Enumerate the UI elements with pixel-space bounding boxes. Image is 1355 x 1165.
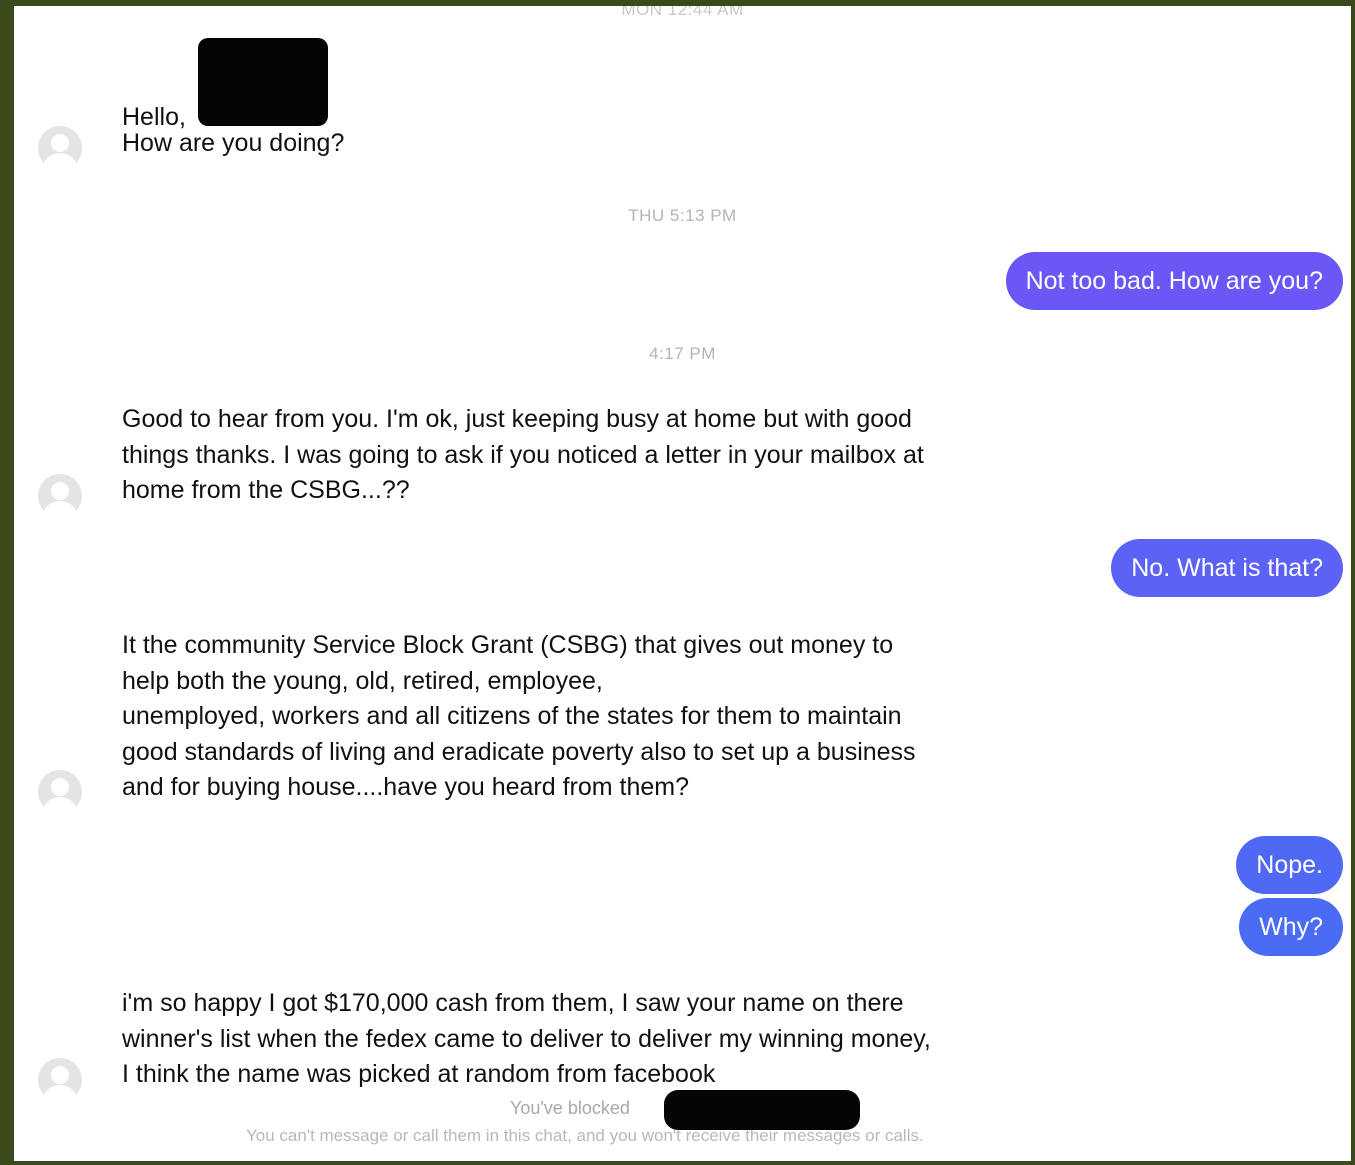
outgoing-message-2[interactable]: No. What is that? <box>1111 539 1343 597</box>
incoming-message-csbg-letter: Good to hear from you. I'm ok, just keep… <box>122 405 924 504</box>
sender-avatar-icon[interactable] <box>38 126 82 170</box>
incoming-message-csbg-explanation: It the community Service Block Grant (CS… <box>122 631 916 801</box>
blocked-label: You've blocked <box>510 1098 630 1118</box>
chat-window: MON 12:44 AM Hello, How are you doing? T… <box>14 6 1351 1161</box>
incoming-message-greeting: Hello, <box>122 64 186 135</box>
redacted-name <box>198 38 328 126</box>
sender-avatar-icon[interactable] <box>38 474 82 518</box>
redacted-blocked-name <box>664 1090 860 1130</box>
incoming-message-how-are-you: How are you doing? <box>122 129 345 157</box>
sender-avatar-icon[interactable] <box>38 770 82 814</box>
timestamp-top: MON 12:44 AM <box>621 6 744 19</box>
timestamp-afternoon: 4:17 PM <box>649 344 716 363</box>
sender-avatar-icon[interactable] <box>38 1058 82 1102</box>
incoming-message-winnings: i'm so happy I got $170,000 cash from th… <box>122 989 931 1088</box>
timestamp-thu: THU 5:13 PM <box>628 206 737 225</box>
outgoing-message-1[interactable]: Not too bad. How are you? <box>1005 252 1343 310</box>
outgoing-message-3[interactable]: Nope. <box>1236 836 1343 894</box>
outgoing-message-4[interactable]: Why? <box>1239 898 1343 956</box>
